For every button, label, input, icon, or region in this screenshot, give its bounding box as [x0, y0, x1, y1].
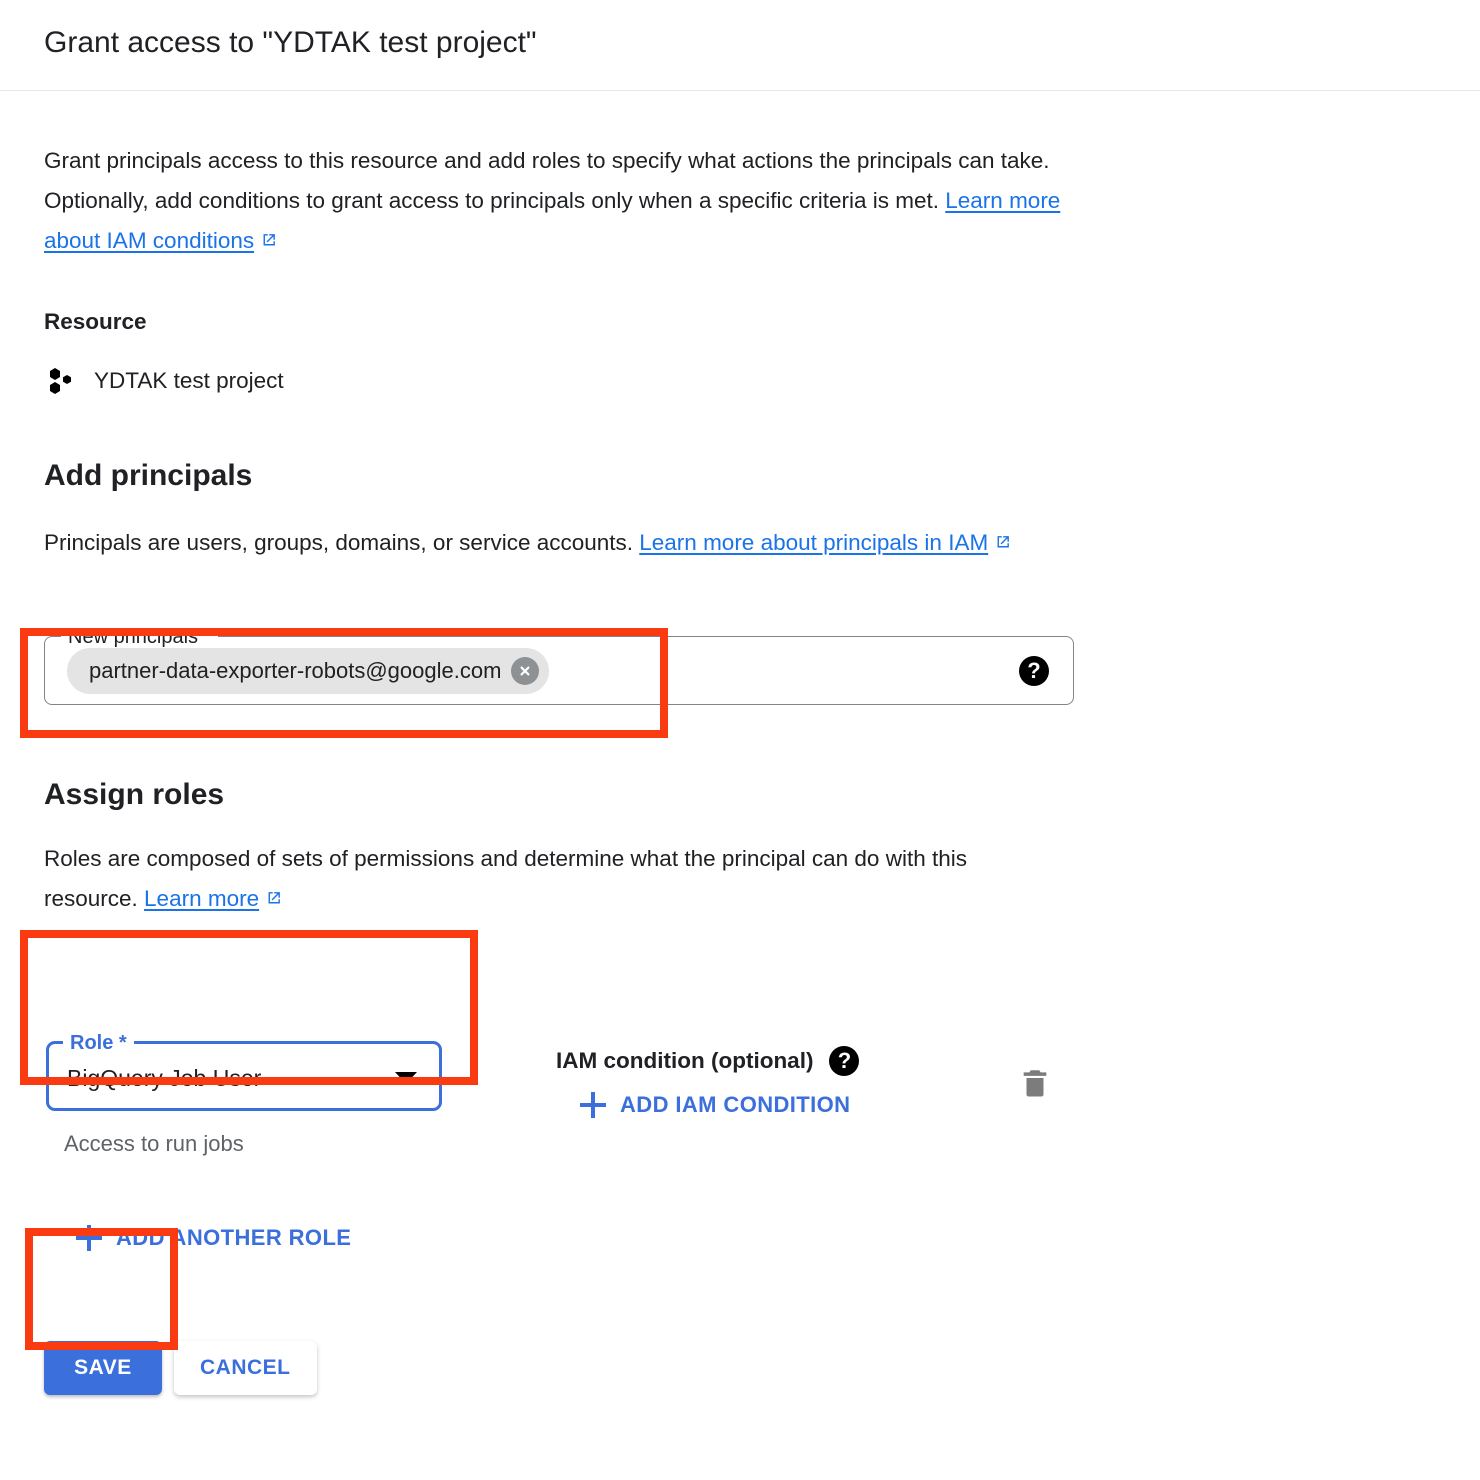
external-link-icon [265, 890, 282, 907]
add-principals-helper-text: Principals are users, groups, domains, o… [44, 530, 640, 555]
grant-access-dialog: Grant access to "YDTAK test project" Gra… [0, 0, 1480, 1480]
new-principals-label: New principals * [61, 624, 219, 650]
add-principals-helper: Principals are users, groups, domains, o… [44, 523, 1074, 563]
resource-row: YDTAK test project [46, 366, 284, 396]
role-select[interactable]: Role * BigQuery Job User [46, 1029, 442, 1111]
resource-name: YDTAK test project [94, 368, 284, 393]
resource-heading: Resource [44, 309, 147, 334]
help-icon[interactable]: ? [829, 1046, 860, 1076]
add-another-role-label: ADD ANOTHER ROLE [116, 1225, 352, 1250]
new-principals-field[interactable]: New principals * partner-data-exporter-r… [44, 624, 1074, 705]
intro-paragraph: Grant principals access to this resource… [44, 141, 1064, 261]
plus-icon [76, 1225, 102, 1251]
role-selected-value: BigQuery Job User [67, 1065, 262, 1091]
external-link-icon [260, 232, 277, 249]
intro-text: Grant principals access to this resource… [44, 148, 1050, 213]
action-buttons: SAVE CANCEL [44, 1341, 317, 1395]
chevron-down-icon[interactable] [395, 1072, 417, 1084]
add-iam-condition-button[interactable]: ADD IAM CONDITION [580, 1091, 850, 1119]
plus-icon [580, 1092, 606, 1118]
external-link-icon [994, 534, 1011, 551]
learn-more-principals-link[interactable]: Learn more about principals in IAM [639, 530, 988, 555]
help-icon-glyph: ? [1027, 657, 1041, 683]
principal-chip[interactable]: partner-data-exporter-robots@google.com [67, 648, 550, 694]
assign-roles-heading: Assign roles [44, 778, 225, 811]
add-another-role-button[interactable]: ADD ANOTHER ROLE [76, 1224, 351, 1252]
gcp-project-icon [46, 367, 76, 395]
iam-condition-label-row: IAM condition (optional) ? [556, 1046, 860, 1076]
role-description: Access to run jobs [64, 1131, 244, 1156]
learn-more-roles-link[interactable]: Learn more [144, 886, 259, 911]
save-button[interactable]: SAVE [44, 1341, 162, 1395]
page-title: Grant access to "YDTAK test project" [44, 26, 537, 59]
trash-icon[interactable] [1018, 1066, 1052, 1100]
help-icon[interactable]: ? [1019, 656, 1049, 686]
add-iam-condition-label: ADD IAM CONDITION [620, 1092, 851, 1117]
assign-roles-helper: Roles are composed of sets of permission… [44, 839, 1044, 919]
learn-more-principals-label: Learn more about principals in IAM [639, 530, 989, 555]
iam-condition-label: IAM condition (optional) [556, 1048, 814, 1073]
help-icon-glyph: ? [837, 1047, 852, 1073]
learn-more-roles-label: Learn more [144, 886, 260, 911]
close-circle-icon[interactable] [511, 657, 540, 685]
role-label: Role * [63, 1029, 134, 1057]
dialog-header: Grant access to "YDTAK test project" [0, 0, 1480, 91]
principal-chip-label: partner-data-exporter-robots@google.com [89, 658, 502, 683]
add-principals-heading: Add principals [44, 459, 253, 492]
cancel-button[interactable]: CANCEL [174, 1341, 317, 1395]
